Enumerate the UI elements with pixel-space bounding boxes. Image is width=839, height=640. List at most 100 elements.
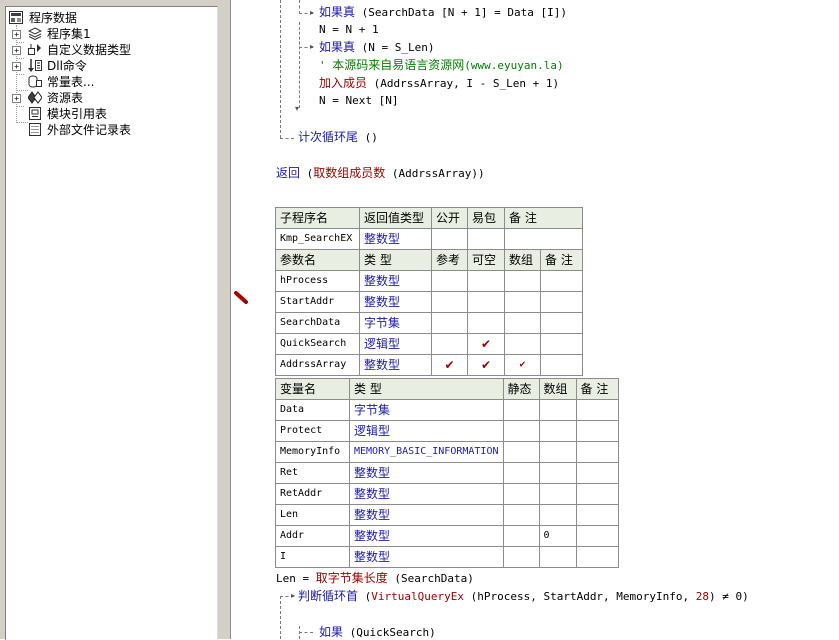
code-line[interactable]: 如果真 (SearchData [N + 1] = Data [I]) — [319, 3, 567, 21]
code-comment[interactable]: ' 本源码来自易语言资源网(www.eyuyan.la) — [319, 56, 564, 74]
expand-plus-icon[interactable]: + — [12, 46, 21, 55]
tree-item-constants[interactable]: 常量表... — [6, 74, 211, 90]
table-row[interactable]: Len 整数型 — [275, 504, 619, 526]
code-line[interactable]: 加入成员 (AddrssArray, I - S_Len + 1) — [319, 74, 559, 92]
var-type-cell[interactable]: 整数型 — [349, 546, 504, 568]
var-name-cell[interactable]: Addr — [275, 525, 350, 547]
array-cell[interactable] — [506, 313, 541, 333]
static-cell[interactable] — [502, 504, 540, 526]
param-type-cell[interactable]: 逻辑型 — [359, 333, 432, 355]
code-line[interactable]: 如果真 (N = S_Len) — [319, 38, 435, 56]
param-type-cell[interactable]: 字节集 — [359, 312, 432, 334]
var-array-cell[interactable] — [538, 504, 577, 526]
array-cell[interactable] — [506, 334, 541, 354]
table-row[interactable]: MemoryInfo MEMORY_BASIC_INFORMATION — [275, 441, 619, 463]
static-cell[interactable] — [502, 525, 540, 547]
static-cell[interactable] — [502, 483, 540, 505]
table-row[interactable]: RetAddr 整数型 — [275, 483, 619, 505]
static-cell[interactable] — [502, 441, 540, 463]
tree-item-dll-commands[interactable]: + Dll命令 — [6, 58, 211, 74]
table-row[interactable]: AddrssArray 整数型 ✔ ✔ ✔ — [275, 354, 583, 376]
expand-plus-icon[interactable]: + — [12, 94, 21, 103]
array-note-cell[interactable] — [504, 312, 583, 334]
var-array-cell[interactable] — [538, 399, 577, 421]
var-name-cell[interactable]: Protect — [275, 420, 350, 442]
param-type-cell[interactable]: 整数型 — [359, 354, 432, 376]
var-type-cell[interactable]: MEMORY_BASIC_INFORMATION — [349, 441, 504, 463]
var-name-cell[interactable]: Data — [275, 399, 350, 421]
table-row[interactable]: Addr 整数型 0 — [275, 525, 619, 547]
code-line[interactable]: N = N + 1 — [319, 21, 379, 39]
array-cell[interactable] — [506, 292, 541, 312]
ref-cell[interactable]: ✔ — [431, 354, 468, 376]
array-note-cell[interactable] — [504, 333, 583, 355]
table-row[interactable]: Data 字节集 — [275, 399, 619, 421]
ref-cell[interactable] — [431, 291, 468, 313]
var-array-cell[interactable] — [538, 483, 577, 505]
code-line[interactable]: 返回 (取数组成员数 (AddrssArray)) — [276, 164, 485, 182]
param-name-cell[interactable]: SearchData — [275, 312, 360, 334]
ref-cell[interactable] — [431, 270, 468, 292]
var-name-cell[interactable]: Ret — [275, 462, 350, 484]
static-cell[interactable] — [502, 399, 540, 421]
panel-splitter[interactable] — [222, 0, 231, 639]
optional-cell[interactable] — [467, 291, 505, 313]
array-cell[interactable]: ✔ — [506, 355, 541, 375]
table-row[interactable]: Kmp_SearchEX 整数型 — [275, 228, 583, 250]
public-cell[interactable] — [431, 228, 468, 250]
table-row[interactable]: Protect 逻辑型 — [275, 420, 619, 442]
note-cell[interactable] — [504, 228, 583, 250]
static-cell[interactable] — [502, 546, 540, 568]
var-name-cell[interactable]: RetAddr — [275, 483, 350, 505]
tree-item-resources[interactable]: + 资源表 — [6, 90, 211, 106]
table-row[interactable]: StartAddr 整数型 — [275, 291, 583, 313]
tree-item-external-files[interactable]: 外部文件记录表 — [6, 122, 211, 138]
code-editor[interactable]: ▸ ▸ ▾ 如果真 (SearchData [N + 1] = Data [I]… — [253, 0, 839, 639]
code-line[interactable]: 判断循环首 (VirtualQueryEx (hProcess, StartAd… — [298, 587, 749, 605]
optional-cell[interactable] — [467, 312, 505, 334]
var-type-cell[interactable]: 整数型 — [349, 504, 504, 526]
code-line[interactable]: Len = 取字节集长度 (SearchData) — [276, 569, 474, 587]
program-data-tree[interactable]: 程序数据 + 程序集1 + 自定义数据类型 + Dll命令 常量表... + 资… — [5, 6, 218, 640]
tree-item-program-set[interactable]: + 程序集1 — [6, 26, 211, 42]
array-note-cell[interactable] — [504, 270, 583, 292]
table-row[interactable]: I 整数型 — [275, 546, 619, 568]
var-note-cell[interactable] — [575, 420, 619, 442]
var-note-cell[interactable] — [575, 504, 619, 526]
table-row[interactable]: SearchData 字节集 — [275, 312, 583, 334]
sub-name-cell[interactable]: Kmp_SearchEX — [275, 228, 360, 250]
var-note-cell[interactable] — [575, 399, 619, 421]
var-note-cell[interactable] — [575, 441, 619, 463]
var-array-cell[interactable]: 0 — [538, 525, 577, 547]
static-cell[interactable] — [502, 462, 540, 484]
table-row[interactable]: Ret 整数型 — [275, 462, 619, 484]
var-type-cell[interactable]: 逻辑型 — [349, 420, 504, 442]
param-name-cell[interactable]: AddrssArray — [275, 354, 360, 376]
array-note-cell[interactable]: ✔ — [504, 354, 583, 376]
param-name-cell[interactable]: QuickSearch — [275, 333, 360, 355]
code-line[interactable]: 如果 (QuickSearch) — [319, 623, 436, 639]
var-note-cell[interactable] — [575, 483, 619, 505]
var-type-cell[interactable]: 整数型 — [349, 462, 504, 484]
var-type-cell[interactable]: 整数型 — [349, 483, 504, 505]
param-type-cell[interactable]: 整数型 — [359, 291, 432, 313]
expand-plus-icon[interactable]: + — [12, 30, 21, 39]
var-note-cell[interactable] — [575, 525, 619, 547]
code-line[interactable]: N = Next [N] — [319, 92, 398, 110]
param-type-cell[interactable]: 整数型 — [359, 270, 432, 292]
optional-cell[interactable]: ✔ — [467, 354, 505, 376]
ref-cell[interactable] — [431, 312, 468, 334]
var-name-cell[interactable]: I — [275, 546, 350, 568]
array-note-cell[interactable] — [504, 291, 583, 313]
tree-item-custom-types[interactable]: + 自定义数据类型 — [6, 42, 211, 58]
static-cell[interactable] — [502, 420, 540, 442]
var-type-cell[interactable]: 字节集 — [349, 399, 504, 421]
epkg-cell[interactable] — [467, 228, 505, 250]
table-row[interactable]: QuickSearch 逻辑型 ✔ — [275, 333, 583, 355]
var-array-cell[interactable] — [538, 420, 577, 442]
var-note-cell[interactable] — [575, 462, 619, 484]
var-array-cell[interactable] — [538, 546, 577, 568]
expand-plus-icon[interactable]: + — [12, 62, 21, 71]
code-line[interactable]: 计次循环尾 () — [298, 128, 378, 146]
param-name-cell[interactable]: hProcess — [275, 270, 360, 292]
